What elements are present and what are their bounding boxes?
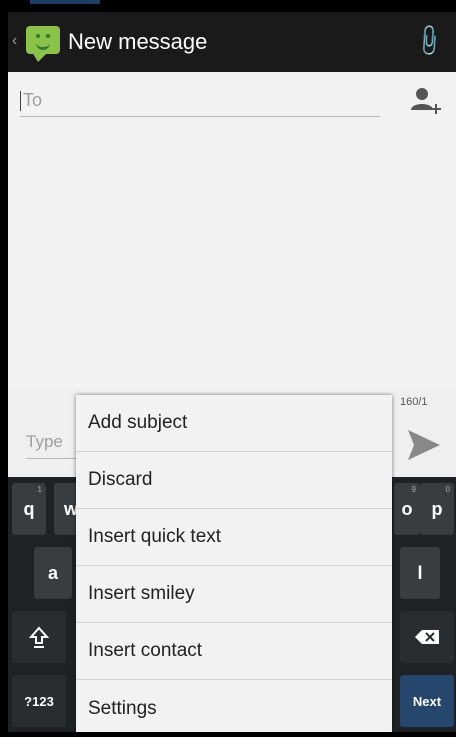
app-icon-eye-left bbox=[36, 34, 40, 38]
overflow-menu: Add subject Discard Insert quick text In… bbox=[76, 395, 392, 732]
menu-item-discard[interactable]: Discard bbox=[76, 452, 392, 509]
menu-item-add-subject[interactable]: Add subject bbox=[76, 395, 392, 452]
text-cursor bbox=[20, 91, 21, 112]
key-label: ?123 bbox=[24, 693, 54, 709]
menu-item-insert-contact[interactable]: Insert contact bbox=[76, 623, 392, 680]
menu-item-insert-quick-text[interactable]: Insert quick text bbox=[76, 509, 392, 566]
numbers-key[interactable]: ?123 bbox=[12, 675, 66, 727]
char-counter: 160/1 bbox=[400, 396, 428, 408]
shift-key[interactable] bbox=[12, 611, 66, 663]
key-label: o bbox=[401, 498, 413, 519]
page-title: New message bbox=[68, 29, 208, 54]
key-hint: 1 bbox=[37, 485, 42, 494]
app-icon-smile bbox=[36, 41, 50, 50]
status-accent bbox=[30, 0, 100, 4]
key-hint: 0 bbox=[445, 485, 450, 494]
menu-item-settings[interactable]: Settings bbox=[76, 680, 392, 737]
compose-area: To bbox=[8, 72, 456, 390]
key-label: Next bbox=[412, 693, 442, 709]
app-icon-eye-right bbox=[46, 34, 50, 38]
add-contact-icon[interactable] bbox=[408, 84, 444, 120]
action-bar: ‹ New message 📎 bbox=[8, 12, 456, 72]
key-label: l bbox=[417, 562, 423, 583]
key-label: p bbox=[431, 498, 443, 519]
key-hint: 9 bbox=[411, 485, 416, 494]
key-o[interactable]: 9 o bbox=[394, 483, 420, 535]
backspace-key[interactable] bbox=[400, 611, 454, 663]
backspace-icon bbox=[415, 630, 439, 644]
message-placeholder: Type bbox=[26, 432, 63, 451]
status-bar bbox=[0, 0, 456, 12]
paperclip-icon[interactable]: 📎 bbox=[409, 22, 447, 60]
menu-item-insert-smiley[interactable]: Insert smiley bbox=[76, 566, 392, 623]
shift-icon bbox=[29, 626, 49, 648]
recipient-placeholder: To bbox=[23, 90, 43, 110]
next-key[interactable]: Next bbox=[400, 675, 454, 727]
key-q[interactable]: 1 q bbox=[12, 483, 46, 535]
key-label: q bbox=[23, 498, 35, 519]
key-label: a bbox=[47, 562, 58, 583]
key-l[interactable]: l bbox=[400, 547, 440, 599]
key-p[interactable]: 0 p bbox=[420, 483, 454, 535]
chevron-left-icon[interactable]: ‹ bbox=[12, 32, 17, 50]
messaging-smiley-icon[interactable] bbox=[26, 26, 60, 62]
send-icon[interactable] bbox=[406, 428, 442, 462]
recipient-input[interactable]: To bbox=[20, 90, 380, 117]
key-a[interactable]: a bbox=[34, 547, 72, 599]
